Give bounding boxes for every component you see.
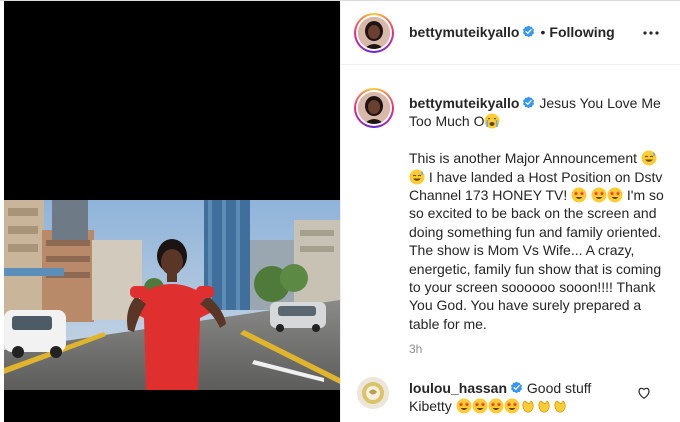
- verified-badge-icon: [522, 25, 535, 38]
- profile-photo-icon: [357, 377, 389, 409]
- verified-badge-icon: [510, 381, 523, 394]
- star-struck-icon: [571, 187, 587, 203]
- post-header: bettymuteikyallo • Following: [341, 1, 680, 65]
- crying-face-icon: [484, 113, 500, 129]
- post-timestamp[interactable]: 3h: [409, 342, 422, 356]
- clapping-hands-icon: [520, 398, 536, 414]
- comment-item: loulou_hassan Good stuff Kibetty: [409, 379, 639, 416]
- header-user-line: bettymuteikyallo • Following: [409, 24, 615, 40]
- following-button[interactable]: Following: [549, 24, 614, 40]
- post-caption: bettymuteikyallo Jesus You Love Me Too M…: [409, 94, 671, 352]
- more-options-icon[interactable]: [641, 23, 661, 43]
- comment-text-1: Good stuff: [526, 380, 592, 396]
- profile-photo-icon: [358, 92, 390, 124]
- comments-section: bettymuteikyallo Jesus You Love Me Too M…: [341, 66, 680, 422]
- caption-author-avatar[interactable]: [354, 88, 394, 128]
- commenter-username[interactable]: loulou_hassan: [409, 380, 507, 396]
- video-frame[interactable]: [4, 200, 340, 390]
- author-username[interactable]: bettymuteikyallo: [409, 24, 519, 40]
- star-struck-icon: [488, 398, 504, 414]
- caption-body-3: I'm so so excited to be back on the scre…: [409, 187, 664, 332]
- commenter-avatar[interactable]: [357, 377, 389, 409]
- star-struck-icon: [504, 398, 520, 414]
- comment-text-2: Kibetty: [409, 398, 452, 415]
- caption-body-1: This is another Major Announcement: [409, 150, 638, 167]
- verified-badge-icon: [522, 96, 535, 109]
- sweat-smile-icon: [409, 169, 425, 185]
- post-dialog: bettymuteikyallo • Following bettymuteik…: [0, 0, 680, 422]
- caption-first-paragraph: bettymuteikyallo Jesus You Love Me Too M…: [409, 94, 671, 131]
- separator-dot: •: [540, 24, 546, 40]
- sweat-smile-icon: [641, 150, 657, 166]
- heart-icon[interactable]: [637, 386, 651, 400]
- post-details-panel: bettymuteikyallo • Following bettymuteik…: [340, 1, 680, 422]
- star-struck-icon: [456, 398, 472, 414]
- profile-photo-icon: [358, 17, 390, 49]
- clapping-hands-icon: [536, 398, 552, 414]
- caption-body: This is another Major Announcement I hav…: [409, 149, 671, 333]
- caption-username[interactable]: bettymuteikyallo: [409, 95, 519, 111]
- star-struck-icon: [472, 398, 488, 414]
- star-struck-icon: [591, 187, 607, 203]
- star-struck-icon: [607, 187, 623, 203]
- caption-body-2: I have landed a Host Position on Dstv Ch…: [409, 168, 663, 204]
- author-avatar[interactable]: [354, 13, 394, 53]
- clapping-hands-icon: [552, 398, 568, 414]
- video-still: [4, 200, 340, 390]
- post-media[interactable]: [4, 1, 340, 422]
